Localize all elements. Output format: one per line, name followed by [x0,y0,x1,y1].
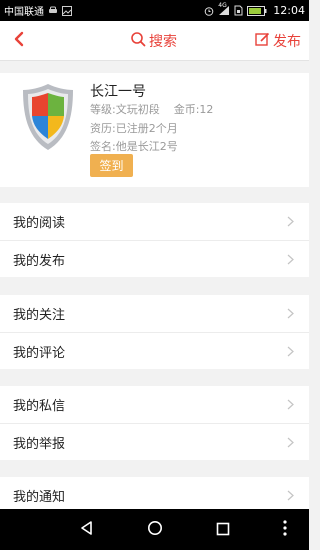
menu-item-reading[interactable]: 我的阅读 [0,203,309,240]
avatar[interactable] [20,82,76,152]
clock: 12:04 [273,4,305,17]
chevron-right-icon [286,254,295,265]
publish-button[interactable]: 发布 [255,28,301,54]
menu-item-label: 我的发布 [13,253,66,269]
more-dots-icon [283,520,287,540]
back-button[interactable] [6,28,32,54]
menu-item-label: 我的私信 [13,399,66,414]
coins-text: 金币:12 [173,103,214,116]
network-label: 4G [218,2,227,9]
menu-item-publish[interactable]: 我的发布 [0,240,309,277]
level-text: 等级:文玩初段 [90,103,160,116]
chevron-right-icon [286,346,295,357]
status-bar: 中国联通 4G 12:04 [0,0,309,21]
nav-home-button[interactable] [142,517,168,543]
sim-icon [234,5,243,16]
chevron-right-icon [286,490,295,501]
nav-back-button[interactable] [74,517,100,543]
shield-icon [20,84,76,156]
search-icon [130,31,146,51]
search-button[interactable]: 搜索 [130,28,177,54]
chevron-right-icon [286,437,295,448]
menu-group-follow: 我的关注 我的评论 [0,295,309,369]
level-line: 等级:文玩初段 金币:12 [90,101,213,117]
home-circle-icon [147,520,163,540]
menu-item-label: 我的举报 [13,436,66,452]
menu-item-label: 我的通知 [13,490,66,505]
menu-item-follow[interactable]: 我的关注 [0,295,309,332]
chevron-right-icon [286,216,295,227]
menu-group-messages: 我的私信 我的举报 [0,386,309,460]
system-nav-bar [0,509,309,550]
menu-item-reports[interactable]: 我的举报 [0,423,309,460]
checkin-button[interactable]: 签到 [90,154,133,177]
publish-label: 发布 [273,34,301,50]
signature-text: 签名:他是长江2号 [90,140,178,153]
menu-group-reading: 我的阅读 我的发布 [0,203,309,277]
menu-item-label: 我的阅读 [13,216,66,231]
menu-item-label: 我的评论 [13,345,66,361]
alarm-icon [204,6,214,16]
signal-icon: 4G [218,2,230,16]
menu-item-label: 我的关注 [13,308,66,323]
nav-recents-button[interactable] [210,517,236,543]
chevron-left-icon [13,31,25,51]
battery-icon [247,5,267,16]
chevron-right-icon [286,399,295,410]
chevron-right-icon [286,308,295,319]
search-label: 搜索 [149,34,177,50]
app-header: 搜索 发布 [0,21,309,61]
menu-item-messages[interactable]: 我的私信 [0,386,309,423]
image-icon [62,5,72,16]
carrier-label: 中国联通 [4,7,44,18]
recents-square-icon [216,521,230,540]
nav-more-button[interactable] [272,517,298,543]
history-text: 资历:已注册2个月 [90,122,178,135]
car-icon [48,6,58,15]
edit-icon [255,32,270,51]
profile-card: 长江一号 等级:文玩初段 金币:12 资历:已注册2个月 签名:他是长江2号 签到 [0,73,309,187]
username: 长江一号 [90,84,146,100]
back-triangle-icon [79,520,95,540]
menu-item-comments[interactable]: 我的评论 [0,332,309,369]
